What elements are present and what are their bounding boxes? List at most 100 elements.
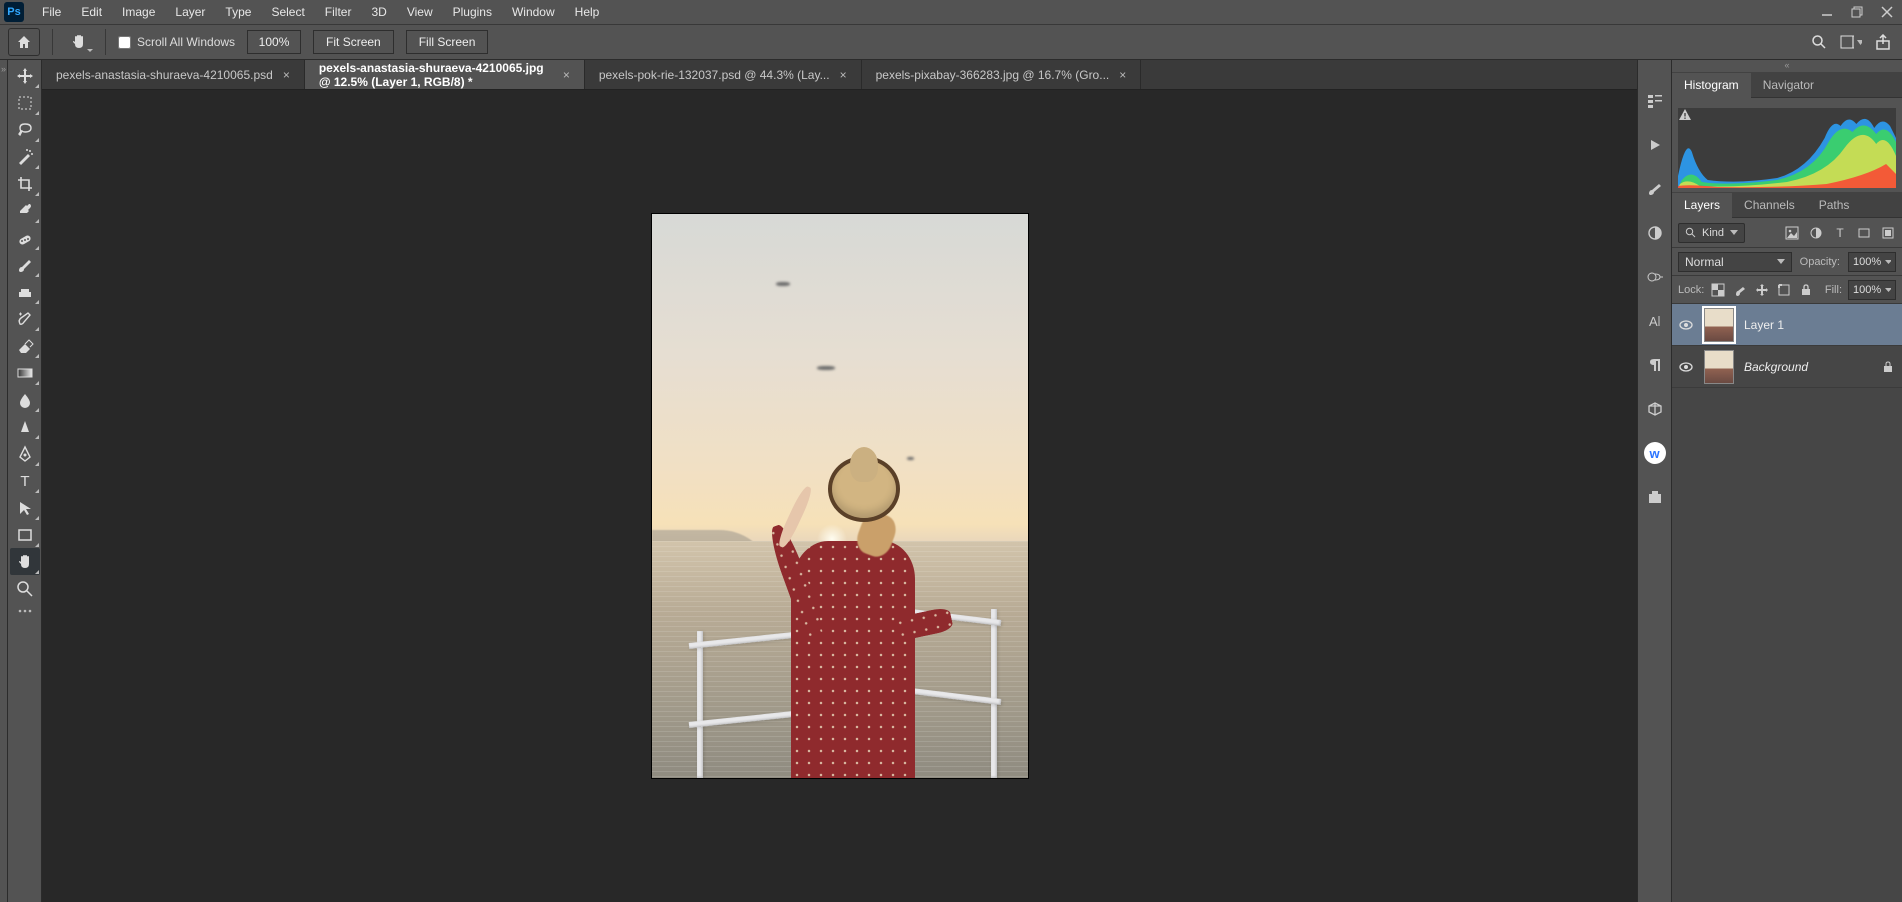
filter-pixel-icon[interactable] [1784, 225, 1800, 241]
gradient-tool-icon[interactable] [10, 359, 40, 386]
zoom-tool-icon[interactable] [10, 575, 40, 602]
layer-thumbnail[interactable] [1704, 308, 1734, 342]
brushes-panel-icon[interactable] [1644, 178, 1666, 200]
dodge-tool-icon[interactable] [10, 413, 40, 440]
type-tool-icon[interactable]: T [10, 467, 40, 494]
brush-tool-icon[interactable] [10, 251, 40, 278]
lock-transparency-icon[interactable] [1710, 282, 1726, 298]
search-icon[interactable] [1808, 31, 1830, 53]
tab-layers[interactable]: Layers [1672, 193, 1732, 218]
lock-all-icon[interactable] [1798, 282, 1814, 298]
menu-select[interactable]: Select [261, 0, 314, 24]
path-selection-tool-icon[interactable] [10, 494, 40, 521]
tool-preset-hand-icon[interactable] [65, 28, 93, 56]
history-brush-tool-icon[interactable] [10, 305, 40, 332]
menu-help[interactable]: Help [565, 0, 610, 24]
fill-screen-button[interactable]: Fill Screen [406, 30, 489, 54]
pen-tool-icon[interactable] [10, 440, 40, 467]
menu-edit[interactable]: Edit [71, 0, 112, 24]
rectangle-tool-icon[interactable] [10, 521, 40, 548]
scroll-all-windows-input[interactable] [118, 36, 131, 49]
healing-brush-tool-icon[interactable] [10, 224, 40, 251]
menu-type[interactable]: Type [215, 0, 261, 24]
filter-adjust-icon[interactable] [1808, 225, 1824, 241]
paragraph-panel-icon[interactable] [1644, 354, 1666, 376]
menu-filter[interactable]: Filter [315, 0, 362, 24]
lock-pixels-icon[interactable] [1732, 282, 1748, 298]
tab-paths[interactable]: Paths [1807, 192, 1862, 217]
window-close-icon[interactable] [1872, 0, 1902, 24]
properties-panel-icon[interactable] [1644, 90, 1666, 112]
lock-label: Lock: [1678, 284, 1704, 296]
fill-input[interactable]: 100% [1848, 280, 1896, 300]
character-panel-icon[interactable]: A [1644, 310, 1666, 332]
canvas-viewport[interactable] [42, 90, 1637, 902]
scroll-all-windows-checkbox[interactable]: Scroll All Windows [118, 35, 235, 49]
layer-name[interactable]: Background [1744, 360, 1808, 374]
menu-plugins[interactable]: Plugins [443, 0, 502, 24]
close-icon[interactable]: × [563, 68, 570, 82]
layer-thumbnail[interactable] [1704, 350, 1734, 384]
info-panel-icon[interactable] [1644, 486, 1666, 508]
layer-filter-kind[interactable]: Kind [1678, 223, 1745, 243]
doc-tab-1[interactable]: pexels-anastasia-shuraeva-4210065.jpg @ … [305, 60, 585, 89]
blend-mode-select[interactable]: Normal [1678, 252, 1792, 272]
libraries-panel-icon[interactable] [1644, 266, 1666, 288]
move-tool-icon[interactable] [10, 62, 40, 89]
menu-image[interactable]: Image [112, 0, 165, 24]
edit-toolbar-icon[interactable] [10, 602, 40, 620]
tab-navigator[interactable]: Navigator [1751, 72, 1826, 97]
close-icon[interactable]: × [1119, 68, 1126, 82]
visibility-icon[interactable] [1678, 359, 1694, 375]
magic-wand-tool-icon[interactable] [10, 143, 40, 170]
tab-channels[interactable]: Channels [1732, 192, 1807, 217]
lasso-tool-icon[interactable] [10, 116, 40, 143]
options-bar: Scroll All Windows 100% Fit Screen Fill … [0, 24, 1902, 60]
actions-panel-icon[interactable] [1644, 134, 1666, 156]
eraser-tool-icon[interactable] [10, 332, 40, 359]
doc-tab-2[interactable]: pexels-pok-rie-132037.psd @ 44.3% (Lay..… [585, 60, 862, 89]
tab-histogram[interactable]: Histogram [1672, 73, 1751, 98]
layer-row[interactable]: Background [1672, 346, 1902, 388]
document-tabs: pexels-anastasia-shuraeva-4210065.psd× p… [42, 60, 1637, 90]
lock-artboard-icon[interactable] [1776, 282, 1792, 298]
histogram-warning-icon[interactable] [1678, 108, 1692, 122]
home-button[interactable] [8, 28, 40, 56]
menu-file[interactable]: File [32, 0, 71, 24]
document-area: pexels-anastasia-shuraeva-4210065.psd× p… [42, 60, 1637, 902]
filter-smart-icon[interactable] [1880, 225, 1896, 241]
zoom-value[interactable]: 100% [247, 30, 301, 54]
eyedropper-tool-icon[interactable] [10, 197, 40, 224]
window-restore-icon[interactable] [1842, 0, 1872, 24]
blur-tool-icon[interactable] [10, 386, 40, 413]
doc-tab-0[interactable]: pexels-anastasia-shuraeva-4210065.psd× [42, 60, 305, 89]
marquee-tool-icon[interactable] [10, 89, 40, 116]
3d-panel-icon[interactable] [1644, 398, 1666, 420]
close-icon[interactable]: × [840, 68, 847, 82]
layer-filter-row: Kind T [1672, 218, 1902, 248]
menu-layer[interactable]: Layer [165, 0, 215, 24]
layer-name[interactable]: Layer 1 [1744, 318, 1784, 332]
filter-type-icon[interactable]: T [1832, 225, 1848, 241]
tool-panel-collapse[interactable]: » [0, 60, 8, 902]
doc-tab-3[interactable]: pexels-pixabay-366283.jpg @ 16.7% (Gro..… [862, 60, 1142, 89]
window-minimize-icon[interactable] [1812, 0, 1842, 24]
crop-tool-icon[interactable] [10, 170, 40, 197]
filter-shape-icon[interactable] [1856, 225, 1872, 241]
close-icon[interactable]: × [283, 68, 290, 82]
menu-window[interactable]: Window [502, 0, 565, 24]
menu-view[interactable]: View [397, 0, 443, 24]
visibility-icon[interactable] [1678, 317, 1694, 333]
layer-row[interactable]: Layer 1 [1672, 304, 1902, 346]
plugin-w-icon[interactable]: w [1644, 442, 1666, 464]
workspace-icon[interactable] [1840, 31, 1862, 53]
clone-stamp-tool-icon[interactable] [10, 278, 40, 305]
share-icon[interactable] [1872, 31, 1894, 53]
panel-collapse-icon[interactable]: « [1672, 60, 1902, 72]
adjustments-panel-icon[interactable] [1644, 222, 1666, 244]
menu-3d[interactable]: 3D [361, 0, 396, 24]
opacity-input[interactable]: 100% [1848, 252, 1896, 272]
hand-tool-icon[interactable] [10, 548, 40, 575]
fit-screen-button[interactable]: Fit Screen [313, 30, 394, 54]
lock-position-icon[interactable] [1754, 282, 1770, 298]
